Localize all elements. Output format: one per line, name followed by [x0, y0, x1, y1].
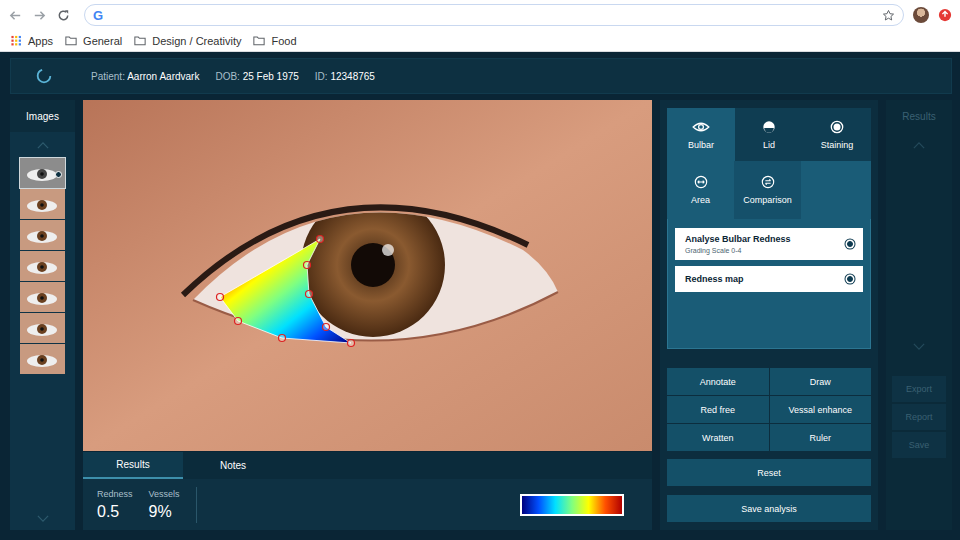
patient-field: DOB: 25 Feb 1975 [215, 71, 298, 82]
bookmark-item[interactable]: General [65, 35, 122, 47]
screen: G Apps General Design / Creativity Food … [0, 0, 960, 540]
radio-indicator[interactable] [847, 241, 853, 247]
analysis-tab[interactable]: Staining [803, 108, 871, 161]
region-handle[interactable] [348, 340, 355, 347]
images-title: Images [10, 100, 75, 132]
results-tab[interactable]: Results [83, 452, 183, 479]
results-action-button[interactable]: Report [892, 404, 946, 430]
patient-field: ID: 12348765 [315, 71, 375, 82]
eye-photo [83, 100, 652, 451]
scroll-down-icon[interactable] [37, 515, 49, 522]
tool-button[interactable]: Draw [770, 368, 872, 395]
result-metric: Vessels 9% [149, 489, 180, 521]
patient-header: Patient: Aarron Aardvark DOB: 25 Feb 1975… [10, 58, 952, 94]
redness-map-overlay[interactable] [83, 100, 652, 451]
scroll-up-icon[interactable] [913, 142, 925, 149]
results-action-button[interactable]: Save [892, 432, 946, 458]
extension-icon[interactable] [938, 8, 952, 22]
region-handle[interactable] [217, 294, 224, 301]
results-sidebar: Results ExportReportSave [886, 100, 952, 530]
tool-button[interactable]: Annotate [667, 368, 769, 395]
eye-icon [692, 120, 710, 134]
bookmark-item[interactable]: Food [253, 35, 296, 47]
region-handle[interactable] [279, 335, 286, 342]
analysis-tab[interactable]: Bulbar [667, 108, 735, 161]
image-thumbnail[interactable] [20, 344, 65, 374]
image-thumbnail[interactable] [20, 189, 65, 219]
staining-icon [828, 120, 846, 134]
analysis-tab[interactable]: Lid [735, 108, 803, 161]
analysis-option[interactable]: Redness map [675, 266, 863, 292]
region-handle[interactable] [306, 291, 313, 298]
eye-image-viewer[interactable] [83, 100, 652, 451]
apps-grid-icon [10, 35, 22, 46]
address-bar[interactable]: G [84, 4, 904, 26]
region-handle[interactable] [304, 262, 311, 269]
radio-indicator[interactable] [847, 276, 853, 282]
region-handle[interactable] [323, 324, 330, 331]
result-metric: Redness 0.5 [97, 489, 133, 521]
action-button[interactable]: Save analysis [667, 495, 871, 522]
search-engine-logo: G [93, 8, 103, 23]
mode-tab[interactable]: Area [667, 161, 734, 219]
results-panel: Redness 0.5 Vessels 9% [83, 479, 652, 530]
browser-chrome: G Apps General Design / Creativity Food [0, 0, 960, 52]
tool-button[interactable]: Red free [667, 396, 769, 423]
area-icon [692, 175, 710, 189]
folder-icon [253, 35, 265, 46]
forward-icon[interactable] [32, 8, 47, 23]
image-thumbnail[interactable] [20, 313, 65, 343]
selected-indicator [55, 171, 62, 178]
mode-tab[interactable]: Comparison [734, 161, 801, 219]
reload-icon[interactable] [56, 8, 71, 23]
folder-icon [65, 35, 77, 46]
image-thumbnail[interactable] [20, 220, 65, 250]
tool-button[interactable]: Ruler [770, 424, 872, 451]
image-thumbnail[interactable] [20, 282, 65, 312]
back-icon[interactable] [8, 8, 23, 23]
lid-icon [760, 120, 778, 134]
color-scale-legend [520, 494, 624, 516]
scroll-up-icon[interactable] [37, 142, 49, 149]
region-handle[interactable] [317, 236, 324, 243]
app: Patient: Aarron Aardvark DOB: 25 Feb 1975… [0, 52, 960, 540]
results-tabs: ResultsNotes [83, 452, 652, 479]
results-tab[interactable]: Notes [183, 452, 283, 479]
folder-icon [134, 35, 146, 46]
image-thumbnail[interactable] [20, 251, 65, 281]
star-icon[interactable] [882, 9, 895, 22]
profile-avatar[interactable] [913, 7, 929, 23]
results-sidebar-title: Results [886, 100, 952, 132]
app-logo-icon [35, 67, 53, 85]
action-button[interactable]: Reset [667, 459, 871, 486]
analysis-panel: Bulbar Lid Staining Area Comparison Anal… [660, 100, 878, 530]
analysis-option[interactable]: Analyse Bulbar Redness Grading Scale 0-4 [675, 228, 863, 260]
scroll-down-icon[interactable] [913, 343, 925, 350]
tool-button[interactable]: Wratten [667, 424, 769, 451]
bookmarks-bar: Apps General Design / Creativity Food [0, 30, 960, 51]
patient-field: Patient: Aarron Aardvark [91, 71, 199, 82]
region-handle[interactable] [235, 318, 242, 325]
image-thumbnail[interactable] [20, 158, 65, 188]
analysis-region[interactable] [220, 239, 351, 343]
results-action-button[interactable]: Export [892, 376, 946, 402]
bookmark-item[interactable]: Apps [10, 35, 53, 47]
comparison-icon [759, 175, 777, 189]
bookmark-item[interactable]: Design / Creativity [134, 35, 241, 47]
tool-button[interactable]: Vessal enhance [770, 396, 872, 423]
images-sidebar: Images [10, 100, 75, 530]
browser-toolbar: G [0, 0, 960, 30]
